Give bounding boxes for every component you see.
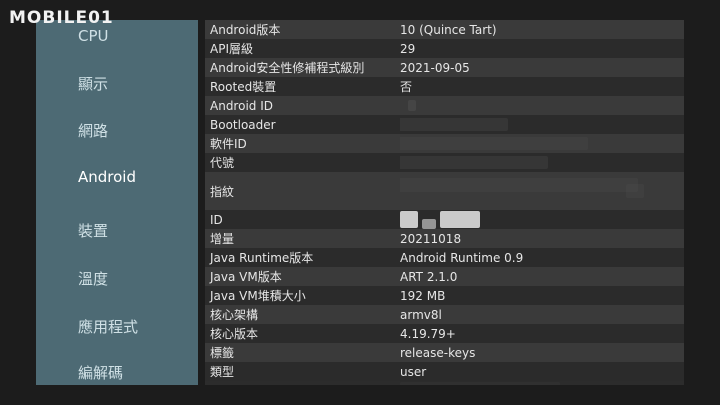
table-row: 標籤 release-keys: [205, 343, 684, 362]
row-value: 2021-09-05: [400, 60, 470, 75]
table-row: Java VM版本 ART 2.1.0: [205, 267, 684, 286]
row-value: 4.19.79+: [400, 326, 456, 341]
sidebar: CPU 顯示 網路 Android 裝置 溫度 應用程式 編解碼: [36, 20, 198, 385]
row-key: API層級: [210, 42, 253, 56]
sidebar-item-device[interactable]: 裝置: [78, 220, 108, 241]
sidebar-item-network[interactable]: 網路: [78, 120, 108, 141]
row-key: Java VM堆積大小: [210, 289, 306, 303]
row-key: Bootloader: [210, 117, 276, 132]
android-info-table: Android版本 10 (Quince Tart) API層級 29 Andr…: [205, 20, 684, 385]
row-value-redacted: [400, 96, 684, 115]
watermark-text: MOBILE01: [9, 8, 114, 28]
row-key: Android安全性修補程式級別: [210, 61, 365, 75]
row-key: 軟件ID: [210, 137, 247, 151]
row-value: user: [400, 364, 427, 379]
table-row: 指紋: [205, 172, 684, 210]
table-row: ID: [205, 210, 684, 229]
sidebar-item-codecs[interactable]: 編解碼: [78, 362, 123, 383]
table-row-cut-off: [205, 381, 684, 385]
row-value: Android Runtime 0.9: [400, 250, 524, 265]
row-key: Rooted裝置: [210, 80, 277, 94]
table-row: 增量 20211018: [205, 229, 684, 248]
table-row: Java VM堆積大小 192 MB: [205, 286, 684, 305]
table-row: API層級 29: [205, 39, 684, 58]
row-value-redacted: [400, 115, 684, 134]
row-value: 20211018: [400, 231, 462, 246]
row-key: 類型: [210, 365, 235, 379]
watermark-logo: MOBILE01: [9, 5, 114, 31]
table-row: 類型 user: [205, 362, 684, 381]
table-row: Bootloader: [205, 115, 684, 134]
row-value-redacted: [400, 172, 684, 210]
table-row: Java Runtime版本 Android Runtime 0.9: [205, 248, 684, 267]
table-row: Rooted裝置 否: [205, 77, 684, 96]
row-value: ART 2.1.0: [400, 269, 458, 284]
row-key: Java VM版本: [210, 270, 282, 284]
row-key: Java Runtime版本: [210, 251, 314, 265]
row-key: 核心架構: [210, 308, 259, 322]
table-row: 軟件ID: [205, 134, 684, 153]
table-row: Android ID: [205, 96, 684, 115]
row-key: Android版本: [210, 23, 281, 37]
table-row: Android版本 10 (Quince Tart): [205, 20, 684, 39]
row-value: 否: [400, 80, 413, 94]
row-value-redacted: [400, 153, 684, 172]
row-value: 29: [400, 41, 416, 56]
row-key: 代號: [210, 156, 235, 170]
row-key: 標籤: [210, 346, 235, 360]
row-key: 核心版本: [210, 327, 259, 341]
sidebar-item-thermal[interactable]: 溫度: [78, 268, 108, 289]
row-value: 192 MB: [400, 288, 446, 303]
table-row: 代號: [205, 153, 684, 172]
row-key-cut-off: [205, 384, 400, 386]
row-key: Android ID: [210, 98, 273, 113]
row-key: 增量: [210, 232, 235, 246]
table-row: 核心版本 4.19.79+: [205, 324, 684, 343]
sidebar-item-apps[interactable]: 應用程式: [78, 316, 138, 337]
row-value-cut-off: [400, 381, 684, 385]
table-row: 核心架構 armv8l: [205, 305, 684, 324]
row-value: release-keys: [400, 345, 476, 360]
sidebar-item-display[interactable]: 顯示: [78, 73, 108, 94]
table-row: Android安全性修補程式級別 2021-09-05: [205, 58, 684, 77]
row-key: ID: [210, 212, 223, 227]
row-key: 指紋: [210, 184, 235, 199]
sidebar-item-android[interactable]: Android: [78, 168, 136, 186]
row-value-redacted: [400, 210, 684, 229]
row-value: armv8l: [400, 307, 442, 322]
row-value: 10 (Quince Tart): [400, 22, 497, 37]
row-value-redacted: [400, 134, 684, 153]
